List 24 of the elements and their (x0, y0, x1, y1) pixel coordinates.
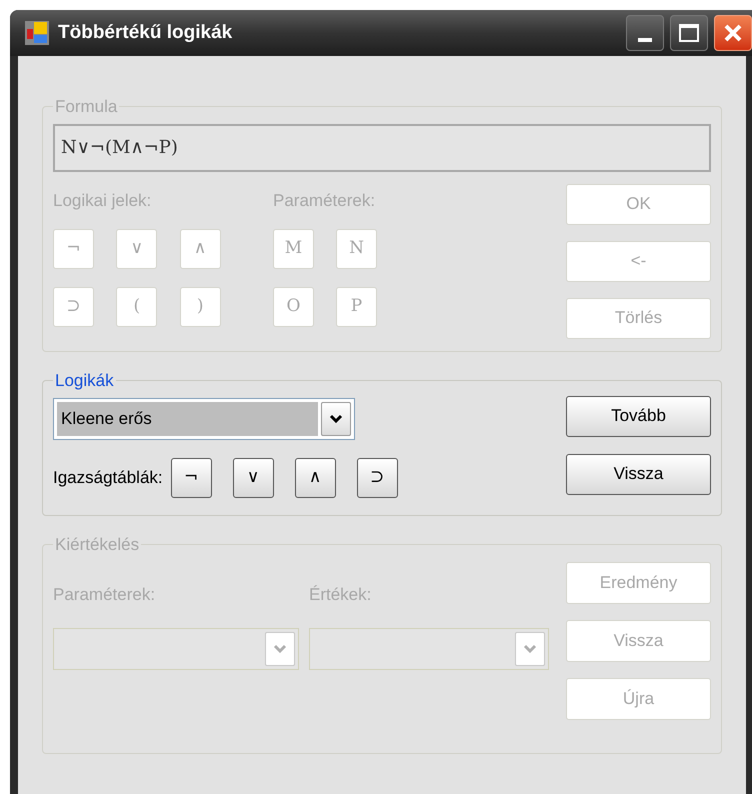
label: Paraméterek: (53, 584, 156, 604)
formula-text: N∨¬(M∧¬P) (61, 136, 178, 160)
group-title: Kiértékelés (54, 534, 140, 556)
close-button[interactable] (714, 15, 752, 51)
group-title: Logikák (54, 370, 115, 392)
button[interactable]: Tovább (566, 396, 711, 436)
window-title: Többértékű logikák (58, 20, 232, 45)
button[interactable]: ∧ (294, 458, 336, 498)
label: Paraméterek: (273, 190, 376, 212)
chevron-down-icon[interactable] (321, 402, 351, 436)
close-icon (723, 23, 743, 43)
dropdown-value: Kleene erős (61, 408, 152, 430)
label: Igazságtáblák: (53, 466, 163, 489)
button[interactable]: ∨ (232, 458, 274, 498)
maximize-button[interactable] (670, 15, 708, 51)
label: Értékek: (309, 584, 372, 606)
minimize-button[interactable] (626, 15, 664, 51)
button[interactable]: ⊃ (356, 458, 398, 498)
button[interactable]: ¬ (170, 458, 212, 498)
app-icon (24, 20, 50, 46)
button[interactable]: Vissza (566, 454, 711, 494)
group-title: Formula (54, 96, 118, 118)
label: Logikai jelek: (53, 190, 152, 212)
dropdown[interactable]: Kleene erős (53, 398, 355, 440)
